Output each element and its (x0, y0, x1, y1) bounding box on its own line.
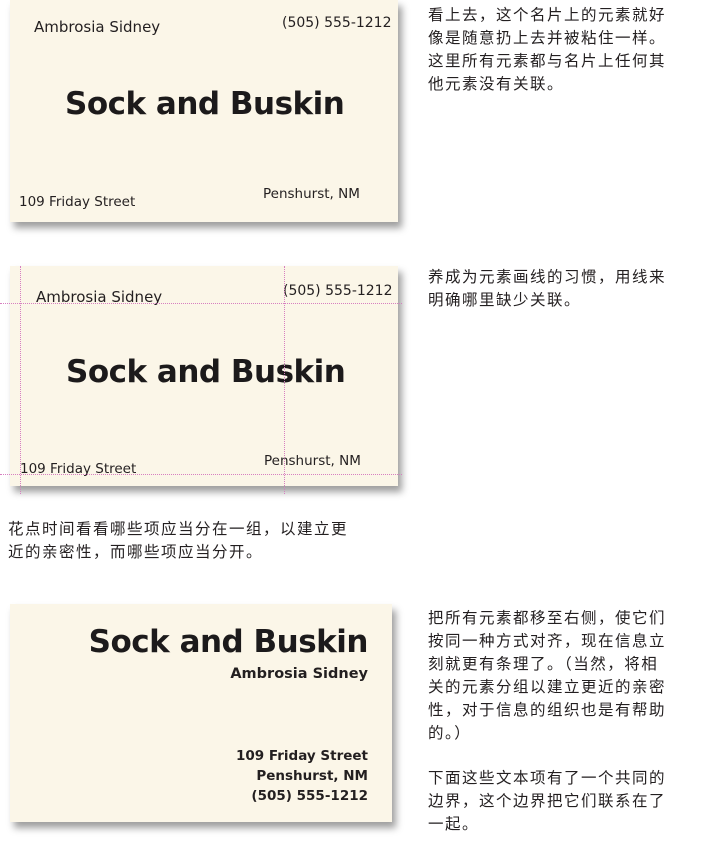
guide-line-top (0, 303, 402, 304)
card-city: Penshurst, NM (264, 453, 361, 469)
card-phone: (505) 555-1212 (282, 15, 392, 31)
card-city: Penshurst, NM (263, 186, 360, 202)
caption-boundary: 下面这些文本项有了一个共同的 边界，这个边界把它们联系在了 一起。 (428, 767, 718, 836)
card-street: 109 Friday Street (236, 748, 368, 764)
caption-line: 他元素没有关联。 (428, 75, 565, 93)
caption-line: 按同一种方式对齐，现在信息立 (428, 632, 667, 650)
caption-guides: 养成为元素画线的习惯，用线来 明确哪里缺少关联。 (428, 266, 718, 312)
card-title: Sock and Buskin (88, 624, 369, 660)
caption-scattered: 看上去，这个名片上的元素就好 像是随意扔上去并被粘住一样。 这里所有元素都与名片… (428, 4, 718, 96)
guide-line-left (20, 266, 21, 494)
caption-line: 看上去，这个名片上的元素就好 (428, 6, 667, 24)
caption-line: 边界，这个边界把它们联系在了 (428, 792, 667, 810)
caption-line: 这里所有元素都与名片上任何其 (428, 52, 667, 70)
business-card-with-guides: Ambrosia Sidney (505) 555-1212 Sock and … (10, 266, 398, 486)
card-title: Sock and Buskin (65, 86, 345, 122)
caption-line: 把所有元素都移至右侧，使它们 (428, 609, 667, 627)
caption-grouping: 花点时间看看哪些项应当分在一组，以建立更 近的亲密性，而哪些项应当分开。 (8, 518, 408, 564)
caption-line: 的。） (428, 724, 472, 742)
card-phone: (505) 555-1212 (283, 283, 393, 299)
caption-aligned: 把所有元素都移至右侧，使它们 按同一种方式对齐，现在信息立 刻就更有条理了。（当… (428, 607, 718, 745)
caption-line: 明确哪里缺少关联。 (428, 291, 582, 309)
card-phone: (505) 555-1212 (251, 788, 368, 804)
business-card-right-aligned: Sock and Buskin Ambrosia Sidney 109 Frid… (10, 604, 392, 822)
card-name: Ambrosia Sidney (34, 18, 161, 36)
caption-line: 一起。 (428, 815, 480, 833)
guide-line-right (284, 266, 285, 494)
caption-line: 关的元素分组以建立更近的亲密 (428, 678, 667, 696)
card-street: 109 Friday Street (19, 194, 136, 210)
caption-line: 近的亲密性，而哪些项应当分开。 (8, 543, 264, 561)
card-city: Penshurst, NM (256, 768, 368, 784)
caption-line: 性，对于信息的组织也是有帮助 (428, 701, 667, 719)
caption-line: 养成为元素画线的习惯，用线来 (428, 268, 667, 286)
business-card-scattered: Ambrosia Sidney (505) 555-1212 Sock and … (10, 0, 398, 222)
card-name: Ambrosia Sidney (230, 666, 368, 682)
caption-line: 刻就更有条理了。（当然，将相 (428, 655, 659, 673)
caption-line: 像是随意扔上去并被粘住一样。 (428, 29, 667, 47)
caption-line: 下面这些文本项有了一个共同的 (428, 769, 667, 787)
caption-line: 花点时间看看哪些项应当分在一组，以建立更 (8, 520, 349, 538)
card-title: Sock and Buskin (66, 354, 346, 390)
guide-line-bottom (0, 474, 402, 475)
